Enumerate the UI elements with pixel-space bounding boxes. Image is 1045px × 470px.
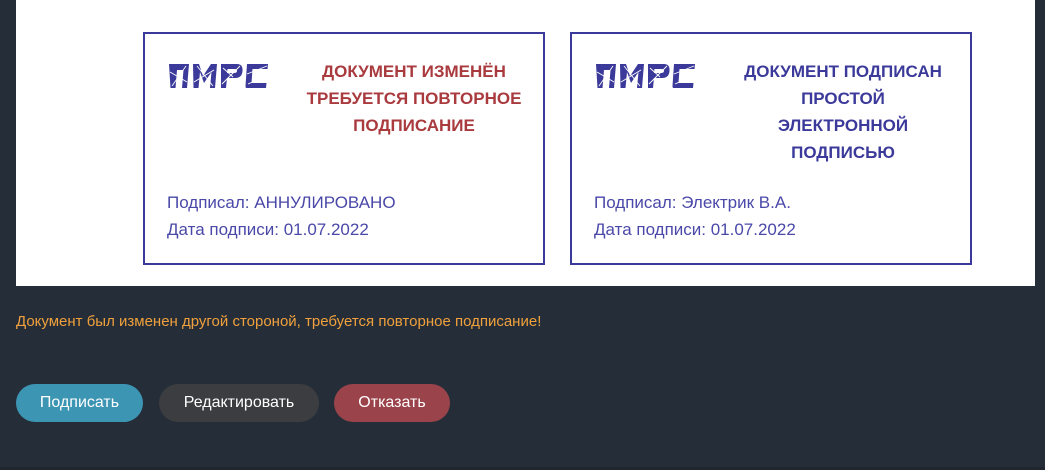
stamp-title-line: ЭЛЕКТРОННОЙ [777,116,909,135]
stamp-title-line: ПОДПИСЬЮ [791,143,895,162]
stamp-title-line: ДОКУМЕНТ ПОДПИСАН [744,62,942,81]
stamp-meta: Подписал: Электрик В.А. Дата подписи: 01… [594,189,796,243]
edit-button[interactable]: Редактировать [159,384,319,422]
stamp-title-line: ПРОСТОЙ [801,89,885,108]
stamp-signer: Подписал: Электрик В.А. [594,193,791,212]
stamp-status-title: ДОКУМЕНТ ПОДПИСАН ПРОСТОЙ ЭЛЕКТРОННОЙ ПО… [732,58,954,166]
stamp-date: Дата подписи: 01.07.2022 [594,220,796,239]
stamp-title-line: ПОДПИСАНИЕ [353,116,475,135]
stamp-title-line: ДОКУМЕНТ ИЗМЕНЁН [322,62,506,81]
stamp-date: Дата подписи: 01.07.2022 [167,220,369,239]
stamp-title-line: ТРЕБУЕТСЯ ПОВТОРНОЕ [306,89,522,108]
sign-button[interactable]: Подписать [16,384,143,422]
pmrs-logo [596,64,695,88]
document-preview: ДОКУМЕНТ ИЗМЕНЁН ТРЕБУЕТСЯ ПОВТОРНОЕ ПОД… [16,0,1035,286]
refuse-button[interactable]: Отказать [334,384,450,422]
resign-warning-message: Документ был изменен другой стороной, тр… [16,313,542,330]
pmrs-logo [169,64,268,88]
signature-stamp-signed: ДОКУМЕНТ ПОДПИСАН ПРОСТОЙ ЭЛЕКТРОННОЙ ПО… [570,32,972,265]
signature-stamp-changed: ДОКУМЕНТ ИЗМЕНЁН ТРЕБУЕТСЯ ПОВТОРНОЕ ПОД… [143,32,545,265]
stamp-status-title: ДОКУМЕНТ ИЗМЕНЁН ТРЕБУЕТСЯ ПОВТОРНОЕ ПОД… [303,58,525,139]
stamp-meta: Подписал: АННУЛИРОВАНО Дата подписи: 01.… [167,189,396,243]
stamp-signer: Подписал: АННУЛИРОВАНО [167,193,396,212]
